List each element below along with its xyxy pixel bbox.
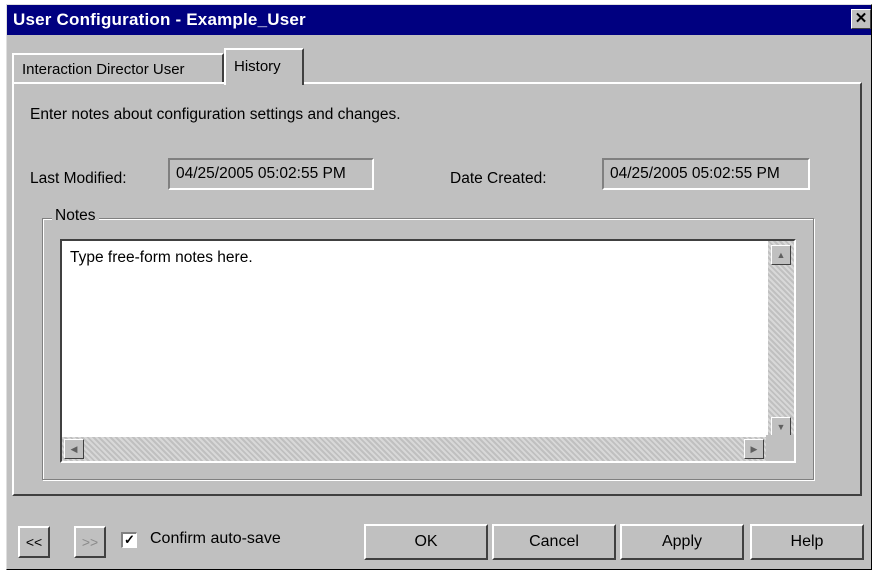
last-modified-label: Last Modified:	[30, 170, 127, 187]
apply-button[interactable]: Apply	[620, 524, 744, 560]
ok-button[interactable]: OK	[364, 524, 488, 560]
scroll-left-button[interactable]: ◀	[64, 439, 84, 459]
check-icon: ✓	[124, 532, 135, 547]
scrollbar-corner	[766, 435, 794, 461]
vertical-scrollbar[interactable]: ▲ ▼	[768, 241, 794, 437]
notes-group-label: Notes	[52, 207, 99, 225]
scroll-up-button[interactable]: ▲	[771, 245, 791, 265]
cancel-button[interactable]: Cancel	[492, 524, 616, 560]
tab-label: History	[234, 58, 281, 75]
instruction-text: Enter notes about configuration settings…	[30, 106, 401, 123]
next-button[interactable]: >>	[74, 526, 106, 558]
tab-label: Interaction Director User	[22, 61, 185, 78]
title-bar: User Configuration - Example_User ✕	[7, 5, 871, 35]
notes-text: Type free-form notes here.	[70, 249, 253, 266]
tab-history[interactable]: History	[224, 48, 304, 85]
last-modified-field: 04/25/2005 05:02:55 PM	[168, 158, 374, 190]
tab-interaction-director-user[interactable]: Interaction Director User	[12, 53, 224, 83]
date-created-field: 04/25/2005 05:02:55 PM	[602, 158, 810, 190]
help-button[interactable]: Help	[750, 524, 864, 560]
confirm-autosave-label: Confirm auto-save	[150, 530, 281, 547]
scroll-right-icon: ▶	[750, 444, 758, 454]
window-title: User Configuration - Example_User	[13, 10, 306, 29]
confirm-autosave-checkbox[interactable]: ✓	[121, 532, 137, 548]
previous-button[interactable]: <<	[18, 526, 50, 558]
scroll-left-icon: ◀	[70, 444, 78, 454]
scroll-right-button[interactable]: ▶	[744, 439, 764, 459]
scroll-up-icon: ▲	[776, 250, 786, 260]
scroll-down-icon: ▼	[776, 422, 786, 432]
scroll-down-button[interactable]: ▼	[771, 417, 791, 437]
close-icon: ✕	[854, 10, 868, 27]
notes-textarea[interactable]: Type free-form notes here. ▲ ▼ ◀ ▶	[60, 239, 796, 463]
close-button[interactable]: ✕	[851, 9, 871, 29]
horizontal-scrollbar[interactable]: ◀ ▶	[62, 437, 768, 461]
date-created-label: Date Created:	[450, 170, 547, 187]
